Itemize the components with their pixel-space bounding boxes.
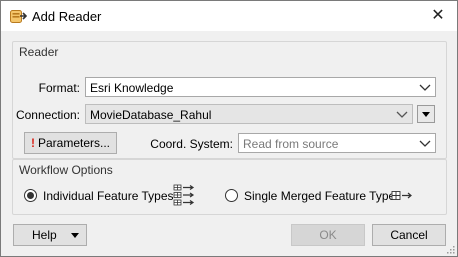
workflow-options-title: Workflow Options	[19, 163, 113, 177]
cancel-button[interactable]: Cancel	[372, 224, 446, 246]
format-combo[interactable]: Esri Knowledge	[85, 77, 436, 97]
ok-button[interactable]: OK	[291, 224, 365, 246]
radio-selected-dot	[27, 192, 34, 199]
chevron-down-icon	[419, 84, 431, 91]
format-value: Esri Knowledge	[90, 81, 174, 95]
coord-system-combo[interactable]: Read from source	[238, 133, 436, 153]
connection-value: MovieDatabase_Rahul	[90, 108, 212, 122]
connection-combo[interactable]: MovieDatabase_Rahul	[85, 104, 413, 124]
parameters-button-label: Parameters...	[37, 136, 111, 150]
individual-feature-types-label[interactable]: Individual Feature Types	[43, 189, 174, 203]
workflow-options-group: Workflow Options Individual Feature Type…	[12, 159, 447, 215]
resize-grip-icon[interactable]	[447, 246, 455, 254]
cancel-button-label: Cancel	[390, 228, 428, 242]
single-merged-feature-type-label[interactable]: Single Merged Feature Type	[244, 189, 395, 203]
window-title: Add Reader	[32, 9, 102, 24]
close-icon: ✕	[431, 7, 445, 24]
reader-group-title: Reader	[19, 45, 59, 59]
multiple-feature-types-icon	[173, 184, 195, 206]
close-button[interactable]: ✕	[427, 5, 449, 27]
dialog-body: Reader Format: Esri Knowledge Connection…	[1, 31, 457, 256]
coord-system-label: Coord. System:	[150, 137, 233, 151]
merged-feature-type-icon	[391, 191, 412, 200]
single-merged-feature-type-radio[interactable]	[225, 189, 238, 202]
connection-menu-button[interactable]	[417, 105, 435, 123]
individual-feature-types-radio[interactable]	[24, 189, 37, 202]
format-label: Format:	[38, 81, 80, 95]
add-reader-dialog: Add Reader ✕ Reader Format: Esri Knowled…	[0, 0, 458, 257]
triangle-down-icon	[71, 233, 79, 238]
help-button-label: Help	[32, 228, 57, 242]
parameters-button[interactable]: ! Parameters...	[24, 132, 117, 154]
ok-button-label: OK	[319, 228, 337, 242]
connection-label: Connection:	[15, 108, 80, 122]
triangle-down-icon	[422, 112, 430, 117]
reader-app-icon	[10, 10, 27, 23]
reader-group: Reader Format: Esri Knowledge Connection…	[12, 41, 447, 159]
chevron-down-icon	[419, 140, 431, 147]
chevron-down-icon	[396, 111, 408, 118]
warning-exclamation-icon: !	[30, 136, 35, 150]
coord-system-placeholder: Read from source	[243, 137, 339, 151]
help-button[interactable]: Help	[13, 224, 87, 246]
title-bar: Add Reader ✕	[1, 1, 457, 31]
